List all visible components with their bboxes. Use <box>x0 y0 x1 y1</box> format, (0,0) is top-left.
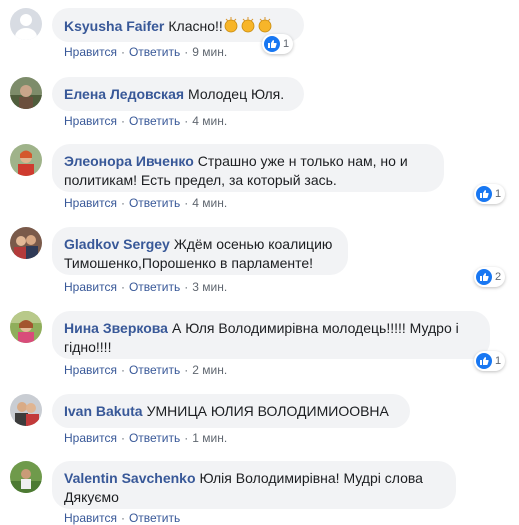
comment-time[interactable]: 2 мин. <box>192 363 227 377</box>
avatar[interactable] <box>10 394 42 426</box>
like-button[interactable]: Нравится <box>64 431 117 445</box>
separator: · <box>120 511 125 525</box>
like-icon <box>476 269 492 285</box>
comment-bubble: Ivan Bakuta УМНИЦА ЮЛИЯ ВОЛОДИМИООВНА <box>52 394 410 428</box>
comment-bubble: Элеонора Ивченко Страшно уже н только нам… <box>52 144 444 192</box>
like-count-badge[interactable]: 1 <box>262 34 294 54</box>
comment-bubble: Елена Ледовская Молодец Юля. <box>52 77 304 111</box>
like-count: 1 <box>495 188 502 200</box>
like-button[interactable]: Нравится <box>64 196 117 210</box>
comment-time[interactable]: 9 мин. <box>192 45 227 59</box>
reply-button[interactable]: Ответить <box>129 363 180 377</box>
comment-bubble: Gladkov Sergey Ждём осенью коалицию Тимош… <box>52 227 348 275</box>
like-count-badge[interactable]: 1 <box>474 184 506 204</box>
comment-text: УМНИЦА ЮЛИЯ ВОЛОДИМИООВНА <box>146 403 389 419</box>
comment-author[interactable]: Gladkov Sergey <box>64 236 170 252</box>
reply-button[interactable]: Ответить <box>129 45 180 59</box>
separator: · <box>184 45 189 59</box>
comment-author[interactable]: Ivan Bakuta <box>64 403 143 419</box>
separator: · <box>120 45 125 59</box>
avatar[interactable] <box>10 227 42 259</box>
avatar[interactable] <box>10 144 42 176</box>
comment-actions: Нравится · Ответить <box>64 511 180 525</box>
like-icon <box>476 186 492 202</box>
like-count-badge[interactable]: 1 <box>474 351 506 371</box>
separator: · <box>184 114 189 128</box>
comment-time[interactable]: 3 мин. <box>192 280 227 294</box>
avatar[interactable] <box>10 461 42 493</box>
like-count: 2 <box>495 271 502 283</box>
comment-time[interactable]: 4 мин. <box>192 196 227 210</box>
comment-author[interactable]: Нина Зверкова <box>64 320 168 336</box>
reply-button[interactable]: Ответить <box>129 114 180 128</box>
like-button[interactable]: Нравится <box>64 363 117 377</box>
like-button[interactable]: Нравится <box>64 280 117 294</box>
separator: · <box>184 363 189 377</box>
avatar[interactable] <box>10 77 42 109</box>
comment-actions: Нравится · Ответить · 9 мин. <box>64 45 227 59</box>
comment-text: Молодец Юля. <box>188 86 285 102</box>
separator: · <box>120 114 125 128</box>
like-icon <box>264 36 280 52</box>
reply-button[interactable]: Ответить <box>129 511 180 525</box>
comment-author[interactable]: Ksyusha Faifer <box>64 18 164 34</box>
comment-author[interactable]: Елена Ледовская <box>64 86 184 102</box>
comment-author[interactable]: Элеонора Ивченко <box>64 153 194 169</box>
like-icon <box>476 353 492 369</box>
comment-actions: Нравится · Ответить · 3 мин. <box>64 280 227 294</box>
like-count: 1 <box>283 38 290 50</box>
like-button[interactable]: Нравится <box>64 511 117 525</box>
reply-button[interactable]: Ответить <box>129 280 180 294</box>
separator: · <box>120 280 125 294</box>
separator: · <box>184 431 189 445</box>
avatar[interactable] <box>10 311 42 343</box>
comment-actions: Нравится · Ответить · 2 мин. <box>64 363 227 377</box>
reply-button[interactable]: Ответить <box>129 196 180 210</box>
like-button[interactable]: Нравится <box>64 45 117 59</box>
like-count: 1 <box>495 355 502 367</box>
comment-author[interactable]: Valentin Savchenko <box>64 470 196 486</box>
like-count-badge[interactable]: 2 <box>474 267 506 287</box>
comment-text: Класно!! <box>168 18 223 34</box>
reply-button[interactable]: Ответить <box>129 431 180 445</box>
like-button[interactable]: Нравится <box>64 114 117 128</box>
comment-bubble: Нина Зверкова А Юля Володимирівна молодец… <box>52 311 490 359</box>
comment-actions: Нравится · Ответить · 1 мин. <box>64 431 227 445</box>
separator: · <box>184 196 189 210</box>
separator: · <box>184 280 189 294</box>
comment-time[interactable]: 1 мин. <box>192 431 227 445</box>
avatar-placeholder[interactable] <box>10 8 42 40</box>
separator: · <box>120 196 125 210</box>
comment-actions: Нравится · Ответить · 4 мин. <box>64 114 227 128</box>
comment-time[interactable]: 4 мин. <box>192 114 227 128</box>
separator: · <box>120 363 125 377</box>
comment-bubble: Valentin Savchenko Юлія Володимирівна! Му… <box>52 461 456 509</box>
comment-actions: Нравится · Ответить · 4 мин. <box>64 196 227 210</box>
separator: · <box>120 431 125 445</box>
